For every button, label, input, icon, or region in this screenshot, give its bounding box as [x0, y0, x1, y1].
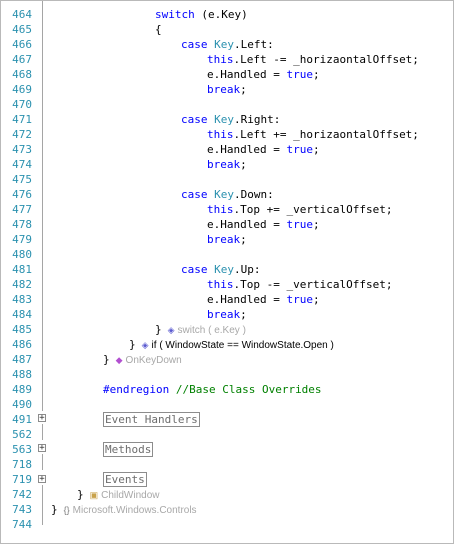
- line-row: 744: [1, 517, 453, 532]
- c#-block-icon: ◈: [167, 325, 175, 335]
- line-number: 470: [12, 98, 32, 111]
- code-line: this.Top -= _verticalOffset;: [207, 278, 393, 291]
- block-end-hint: ▣ ChildWindow: [89, 490, 160, 501]
- line-number: 490: [12, 398, 32, 411]
- collapsed-region-methods[interactable]: Methods: [103, 442, 154, 457]
- code-line: case Key.Left:: [181, 38, 274, 51]
- code-line: break;: [207, 308, 247, 321]
- code-line: e.Handled = true;: [207, 218, 320, 231]
- code-line: Event Handlers: [1, 412, 453, 427]
- line-row: 490: [1, 397, 453, 412]
- code-line: switch (e.Key): [155, 8, 248, 21]
- c#-block-icon: ◈: [141, 340, 149, 350]
- class-icon: ▣: [89, 490, 99, 500]
- code-line: e.Handled = true;: [207, 68, 320, 81]
- code-line: case Key.Down:: [181, 188, 274, 201]
- code-line: } ◈ if ( WindowState == WindowState.Open ): [129, 338, 334, 351]
- method-icon: ◆: [115, 355, 123, 365]
- block-end-hint: ◈ switch ( e.Key ): [167, 325, 246, 336]
- code-line: #endregion //Base Class Overrides: [103, 383, 322, 396]
- line-row: 475: [1, 172, 453, 187]
- block-end-hint: {} Microsoft.Windows.Controls: [63, 505, 197, 516]
- code-line: } ◈ switch ( e.Key ): [155, 323, 246, 336]
- code-line: this.Top += _verticalOffset;: [207, 203, 393, 216]
- line-number: 562: [12, 428, 32, 441]
- code-line: this.Left -= _horizaontalOffset;: [207, 53, 419, 66]
- code-line: e.Handled = true;: [207, 143, 320, 156]
- line-number: 718: [12, 458, 32, 471]
- code-line: e.Handled = true;: [207, 293, 320, 306]
- line-row: 480: [1, 247, 453, 262]
- line-number: 744: [12, 518, 32, 531]
- code-editor[interactable]: 464 465 466 467 468 469 470 471 472 473 …: [0, 0, 454, 544]
- code-line: this.Left += _horizaontalOffset;: [207, 128, 419, 141]
- line-row: 718: [1, 457, 453, 472]
- code-line: break;: [207, 83, 247, 96]
- code-line: }{} Microsoft.Windows.Controls: [51, 503, 197, 516]
- block-end-hint: ◈ if ( WindowState == WindowState.Open ): [141, 340, 334, 351]
- code-line: case Key.Up:: [181, 263, 261, 276]
- line-number: 488: [12, 368, 32, 381]
- code-line: break;: [207, 158, 247, 171]
- code-line: } ▣ ChildWindow: [77, 488, 160, 501]
- line-row: 562: [1, 427, 453, 442]
- code-line: Methods: [1, 442, 453, 457]
- collapsed-region-events[interactable]: Events: [103, 472, 147, 487]
- code-line: case Key.Right:: [181, 113, 281, 126]
- block-end-hint: ◆ OnKeyDown: [115, 355, 182, 366]
- code-line: Events: [1, 472, 453, 487]
- line-number: 475: [12, 173, 32, 186]
- code-line: } ◆ OnKeyDown: [103, 353, 182, 366]
- code-line: {: [155, 23, 162, 36]
- collapsed-region-event-handlers[interactable]: Event Handlers: [103, 412, 200, 427]
- namespace-icon: {}: [63, 505, 70, 515]
- line-row: 470: [1, 97, 453, 112]
- line-row: 488: [1, 367, 453, 382]
- line-number: 480: [12, 248, 32, 261]
- code-line: break;: [207, 233, 247, 246]
